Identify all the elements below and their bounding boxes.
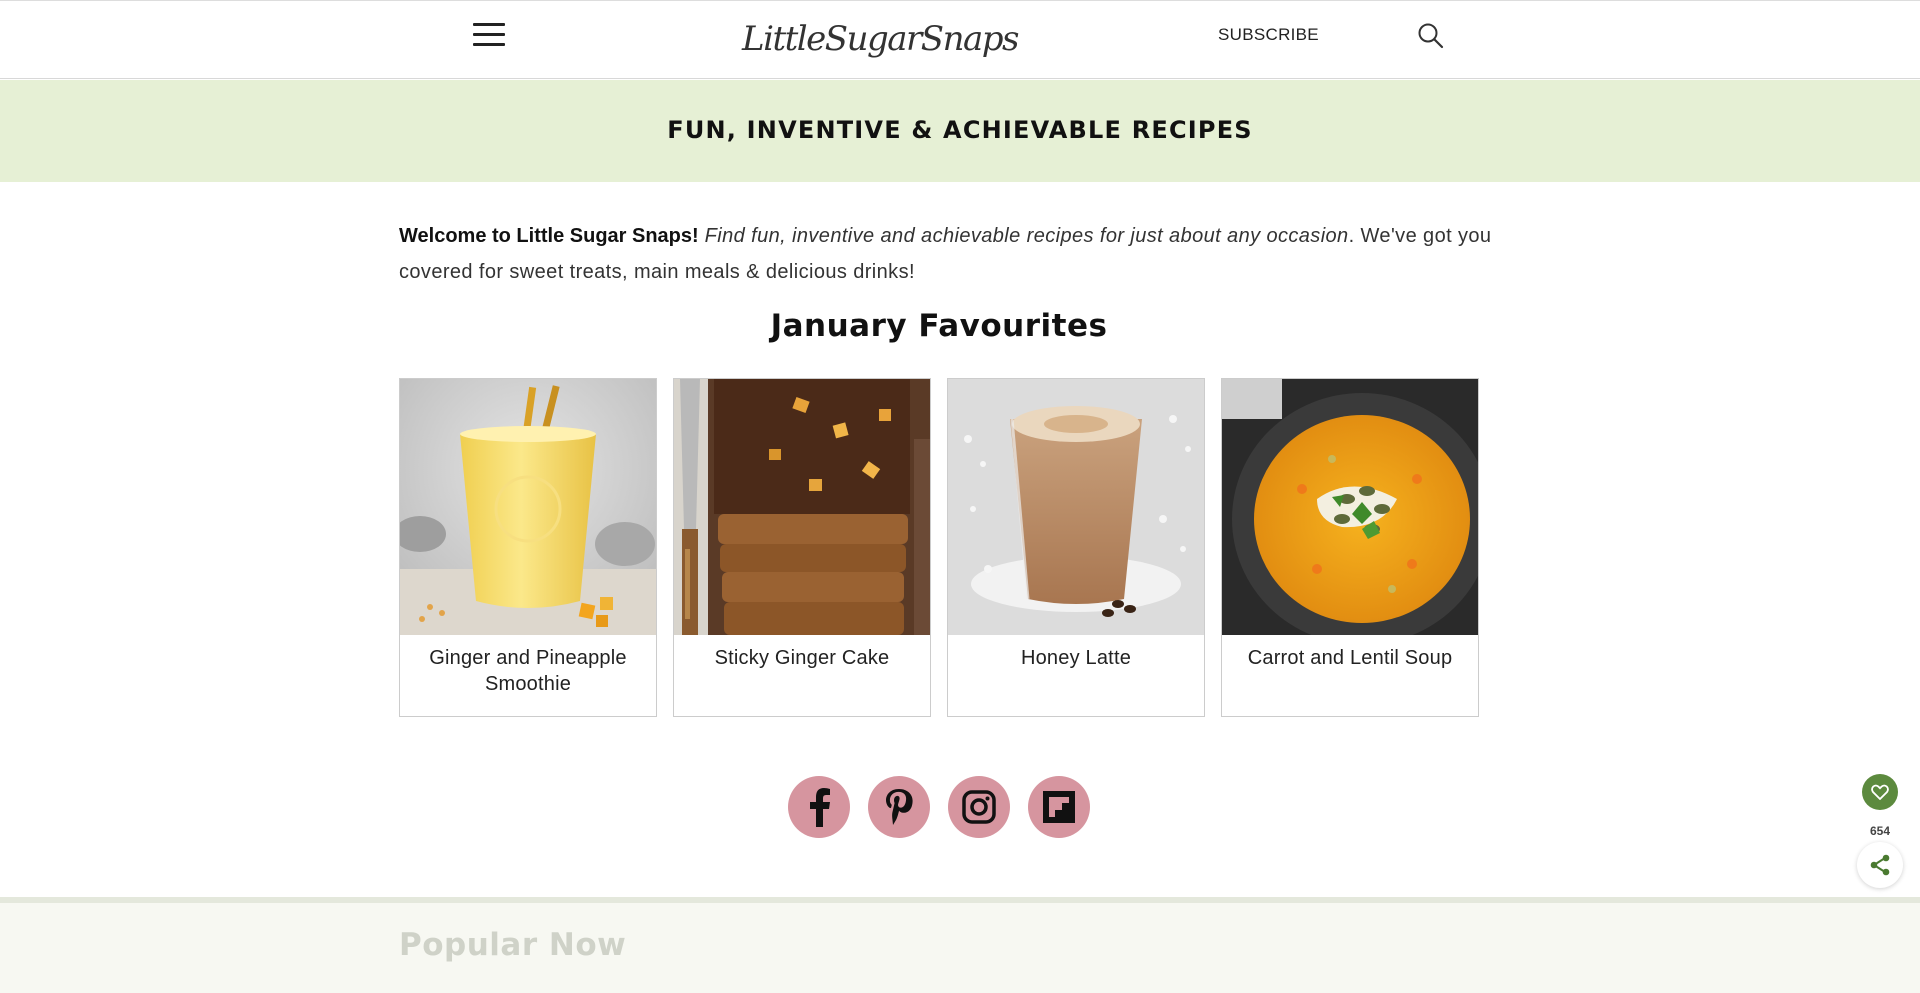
recipe-image-honey-latte[interactable]	[948, 379, 1204, 635]
recipe-card[interactable]: Sticky Ginger Cake	[673, 378, 931, 717]
search-icon[interactable]	[1416, 21, 1446, 51]
recipe-card[interactable]: Ginger and Pineapple Smoothie	[399, 378, 657, 717]
site-logo[interactable]: LittleSugarSnaps	[742, 11, 1019, 67]
instagram-icon[interactable]	[948, 776, 1010, 838]
recipe-title[interactable]: Carrot and Lentil Soup	[1222, 635, 1478, 671]
recipe-title[interactable]: Ginger and Pineapple Smoothie	[400, 635, 656, 697]
recipe-image-ginger-cake[interactable]	[674, 379, 930, 635]
recipe-title[interactable]: Honey Latte	[948, 635, 1204, 671]
menu-icon[interactable]	[473, 23, 505, 47]
popular-now-section: Popular Now	[0, 897, 1920, 993]
favourites-grid: Ginger and Pineapple Smoothie Sticky Gin…	[399, 378, 1479, 717]
favourite-heart-icon[interactable]	[1862, 774, 1898, 810]
pinterest-icon[interactable]	[868, 776, 930, 838]
site-header: LittleSugarSnaps SUBSCRIBE	[0, 0, 1920, 79]
recipe-card[interactable]: Carrot and Lentil Soup	[1221, 378, 1479, 717]
recipe-image-smoothie[interactable]	[400, 379, 656, 635]
recipe-card[interactable]: Honey Latte	[947, 378, 1205, 717]
subscribe-link[interactable]: SUBSCRIBE	[1218, 25, 1319, 45]
recipe-image-carrot-soup[interactable]	[1222, 379, 1478, 635]
flipboard-icon[interactable]	[1028, 776, 1090, 838]
popular-title: Popular Now	[399, 927, 627, 963]
section-title: January Favourites	[770, 308, 1108, 344]
recipe-title[interactable]: Sticky Ginger Cake	[674, 635, 930, 671]
share-icon[interactable]	[1857, 842, 1903, 888]
tagline-banner: FUN, INVENTIVE & ACHIEVABLE RECIPES	[0, 80, 1920, 182]
intro-paragraph: Welcome to Little Sugar Snaps! Find fun,…	[399, 218, 1499, 290]
tagline: FUN, INVENTIVE & ACHIEVABLE RECIPES	[667, 116, 1253, 144]
intro-bold: Welcome to Little Sugar Snaps!	[399, 225, 699, 247]
facebook-icon[interactable]	[788, 776, 850, 838]
intro-italic: Find fun, inventive and achievable recip…	[704, 225, 1349, 247]
share-count: 654	[1869, 824, 1891, 838]
